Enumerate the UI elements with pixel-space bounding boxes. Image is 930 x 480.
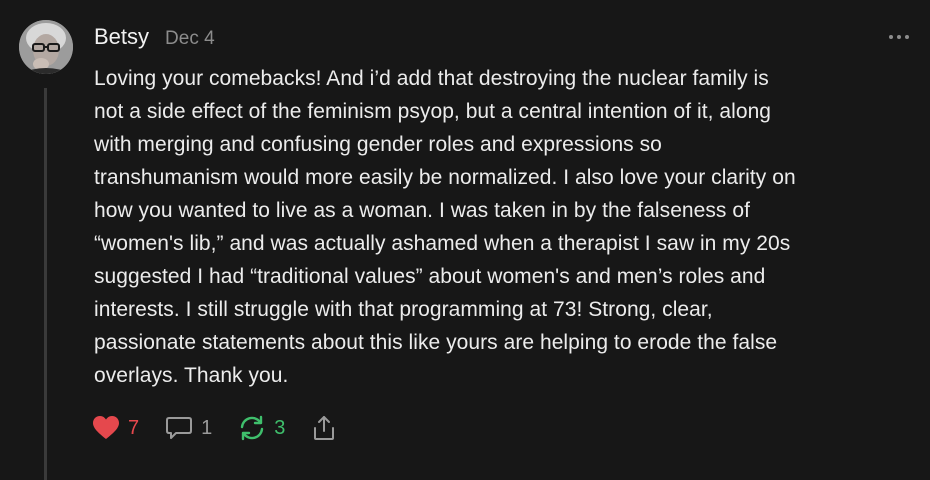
comment-line: with merging and confusing gender roles … [94,133,662,156]
comment-actions: 7 1 3 [92,414,363,442]
speech-bubble-icon [166,417,193,439]
comment-line: overlays. Thank you. [94,364,289,387]
comment-body: Loving your comebacks! And i’d add that … [94,62,920,392]
comment-line: suggested I had “traditional values” abo… [94,265,766,288]
heart-icon [93,416,119,439]
comment-line: how you wanted to live as a woman. I was… [94,199,750,222]
restack-arrows-icon [241,415,264,441]
comment-line: transhumanism would more easily be norma… [94,166,796,189]
share-icon [314,416,335,440]
comment-header: Betsy Dec 4 [94,24,215,50]
comment-line: passionate statements about this like yo… [94,331,778,354]
comment-line: interests. I still struggle with that pr… [94,298,713,321]
thread-line [44,88,47,480]
more-options-button[interactable] [886,27,912,47]
comment: Betsy Dec 4 Loving your comebacks! And i… [0,0,930,480]
comment-date[interactable]: Dec 4 [165,28,215,50]
restack-count: 3 [274,416,286,439]
comment-line: not a side effect of the feminism psyop,… [94,100,772,123]
reply-count: 1 [201,416,213,439]
comment-line: “women's lib,” and was actually ashamed … [94,232,791,255]
like-button[interactable]: 7 [92,415,139,441]
restack-button[interactable]: 3 [238,415,285,441]
share-button[interactable] [311,414,337,442]
more-dots-icon [889,35,909,39]
like-count: 7 [128,416,140,439]
author-name[interactable]: Betsy [94,24,149,50]
avatar[interactable] [19,20,73,74]
comment-line: Loving your comebacks! And i’d add that … [94,67,769,90]
reply-button[interactable]: 1 [165,415,212,441]
